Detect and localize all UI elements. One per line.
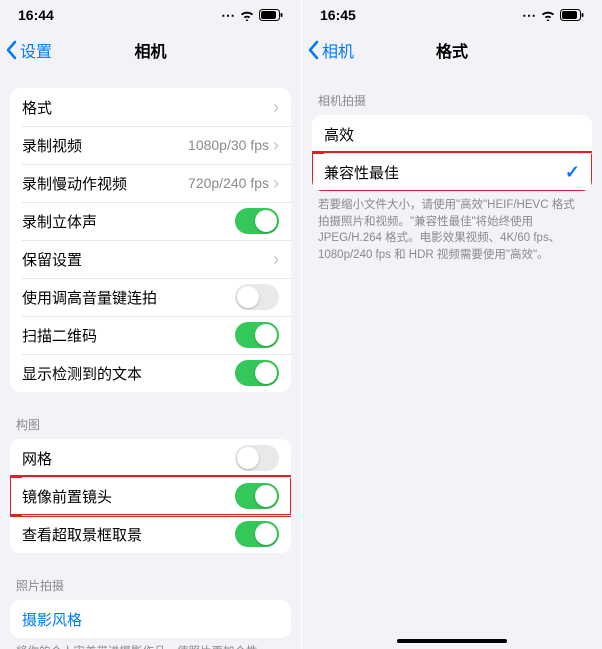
- status-time: 16:44: [18, 7, 54, 23]
- label: 兼容性最佳: [324, 162, 399, 183]
- switch-grid[interactable]: [235, 445, 279, 471]
- row-most-compatible[interactable]: 兼容性最佳 ✓: [312, 153, 592, 191]
- group-composition: 网格 镜像前置镜头 查看超取景框取景: [10, 439, 291, 553]
- group-capture: 高效 兼容性最佳 ✓: [312, 115, 592, 191]
- label: 格式: [22, 97, 52, 118]
- detail: 1080p/30 fps: [188, 137, 269, 153]
- back-button[interactable]: 设置: [0, 38, 52, 62]
- group-footer-photo: 将你的个人审美带进摄影作品，使照片更加个性化。"摄影风格"使用先进的场景理解技术…: [0, 638, 301, 649]
- status-right: ⋯: [221, 7, 283, 24]
- label: 使用调高音量键连拍: [22, 287, 157, 308]
- label: 高效: [324, 124, 354, 145]
- status-bar: 16:45 ⋯: [302, 0, 602, 30]
- row-view-outside: 查看超取景框取景: [10, 515, 291, 553]
- switch-detect-text[interactable]: [235, 360, 279, 386]
- switch-stereo[interactable]: [235, 208, 279, 234]
- group-header-capture: 相机拍摄: [302, 88, 602, 115]
- status-right: ⋯: [522, 7, 584, 24]
- chevron-left-icon: [6, 40, 18, 60]
- detail: 720p/240 fps: [188, 175, 269, 191]
- switch-scan-qr[interactable]: [235, 322, 279, 348]
- nav-bar: 相机 格式: [302, 30, 602, 70]
- battery-icon: [560, 9, 584, 21]
- format-settings-screen: 16:45 ⋯ 相机 格式 相机拍摄 高效: [301, 0, 602, 649]
- dots-icon: ⋯: [221, 7, 235, 24]
- chevron-right-icon: ›: [273, 174, 279, 192]
- label: 录制慢动作视频: [22, 173, 127, 194]
- home-indicator[interactable]: [397, 639, 507, 643]
- label: 录制视频: [22, 135, 82, 156]
- battery-icon: [259, 9, 283, 21]
- camera-settings-screen: 16:44 ⋯ 设置 相机 格式 ›: [0, 0, 301, 649]
- row-record-video[interactable]: 录制视频 1080p/30 fps ›: [10, 126, 291, 164]
- back-label: 相机: [322, 38, 354, 62]
- label: 镜像前置镜头: [22, 486, 112, 507]
- chevron-right-icon: ›: [273, 98, 279, 116]
- row-grid: 网格: [10, 439, 291, 477]
- back-label: 设置: [20, 38, 52, 62]
- wifi-icon: [540, 9, 556, 21]
- status-bar: 16:44 ⋯: [0, 0, 301, 30]
- chevron-left-icon: [308, 40, 320, 60]
- content: 格式 › 录制视频 1080p/30 fps › 录制慢动作视频 720p/24…: [0, 70, 301, 649]
- group-photo: 摄影风格: [10, 600, 291, 638]
- group-footer-capture: 若要缩小文件大小，请使用"高效"HEIF/HEVC 格式拍摄照片和视频。"兼容性…: [302, 191, 602, 264]
- label: 网格: [22, 448, 52, 469]
- label: 显示检测到的文本: [22, 363, 142, 384]
- chevron-right-icon: ›: [273, 136, 279, 154]
- status-time: 16:45: [320, 7, 356, 23]
- row-mirror-front: 镜像前置镜头: [10, 477, 291, 515]
- row-high-efficiency[interactable]: 高效: [312, 115, 592, 153]
- label: 保留设置: [22, 249, 82, 270]
- row-stereo: 录制立体声: [10, 202, 291, 240]
- label: 扫描二维码: [22, 325, 97, 346]
- switch-view-outside[interactable]: [235, 521, 279, 547]
- group-main: 格式 › 录制视频 1080p/30 fps › 录制慢动作视频 720p/24…: [10, 88, 291, 392]
- back-button[interactable]: 相机: [302, 38, 354, 62]
- row-preserve[interactable]: 保留设置 ›: [10, 240, 291, 278]
- nav-bar: 设置 相机: [0, 30, 301, 70]
- row-detect-text: 显示检测到的文本: [10, 354, 291, 392]
- row-scan-qr: 扫描二维码: [10, 316, 291, 354]
- row-photo-styles[interactable]: 摄影风格: [10, 600, 291, 638]
- chevron-right-icon: ›: [273, 250, 279, 268]
- content: 相机拍摄 高效 兼容性最佳 ✓ 若要缩小文件大小，请使用"高效"HEIF/HEV…: [302, 70, 602, 649]
- dots-icon: ⋯: [522, 7, 536, 24]
- group-header-composition: 构图: [0, 412, 301, 439]
- checkmark-icon: ✓: [565, 162, 580, 183]
- row-volume-burst: 使用调高音量键连拍: [10, 278, 291, 316]
- label: 录制立体声: [22, 211, 97, 232]
- group-header-photo: 照片拍摄: [0, 573, 301, 600]
- switch-mirror-front[interactable]: [235, 483, 279, 509]
- label: 摄影风格: [22, 609, 82, 630]
- row-format[interactable]: 格式 ›: [10, 88, 291, 126]
- label: 查看超取景框取景: [22, 524, 142, 545]
- switch-volume-burst[interactable]: [235, 284, 279, 310]
- row-record-slowmo[interactable]: 录制慢动作视频 720p/240 fps ›: [10, 164, 291, 202]
- wifi-icon: [239, 9, 255, 21]
